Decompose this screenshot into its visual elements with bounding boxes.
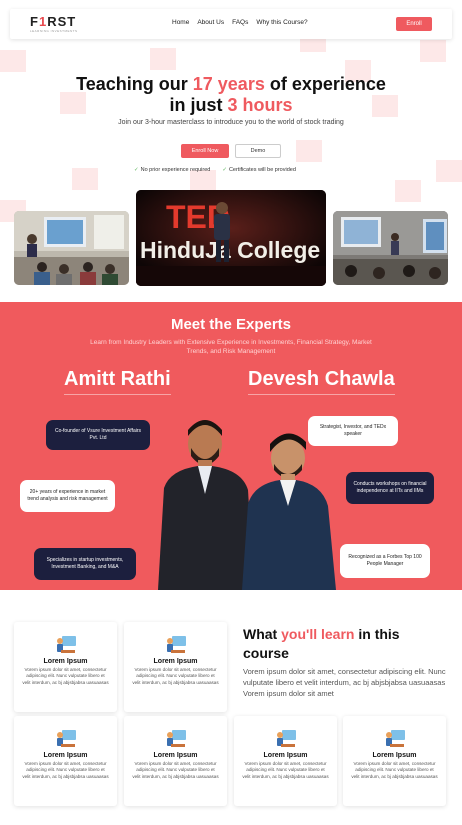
nav-link-home[interactable]: Home [172,19,189,26]
expert-name-1: Amitt Rathi [64,368,171,395]
lecture-photo-right [333,211,448,285]
stage-sign-bottom: HinduJa College [140,237,320,263]
card-title: Lorem Ipsum [153,752,198,759]
logo-letter: F [30,14,39,29]
card-title: Lorem Ipsum [43,752,88,759]
benefit-item: ✓ Certificates will be provided [222,167,296,173]
card-description: Vorem ipsum dolor sit amet, consectetur … [351,761,438,779]
expert-fact-bubble-1: Co-founder of Vsure Investment Affairs P… [46,420,150,450]
expert-fact-bubble-2: 20+ years of experience in market trend … [20,480,115,512]
expert-fact-bubble-3: Specializes in startup investments, Inve… [34,548,136,580]
hero-title-part: of experience [264,74,386,94]
benefit-label: Certificates will be provided [228,167,296,173]
card-title: Lorem Ipsum [43,658,88,665]
card-title: Lorem Ipsum [153,658,198,665]
expert-fact-bubble-6: Recognized as a Forbes Top 100 People Ma… [340,544,430,578]
card-title: Lorem Ipsum [263,752,308,759]
nav-link-why-course[interactable]: Why this Course? [256,19,307,26]
card-description: Vorem ipsum dolor sit amet, consectetur … [242,761,329,779]
logo-letters: RST [47,14,77,29]
nav-menu: Home About Us FAQs Why this Course? [172,19,308,26]
benefit-item: ✓ No prior experience required [134,167,210,173]
card-title: Lorem Ipsum [372,752,417,759]
course-card: Lorem Ipsum Vorem ipsum dolor sit amet, … [343,716,446,806]
nav-link-about[interactable]: About Us [197,19,224,26]
teacher-at-board-icon [56,636,76,653]
check-icon: ✓ [134,167,139,173]
top-navbar: F1RST LEARNING INVESTMENTS Home About Us… [10,9,452,39]
learn-section: What you'll learn in this course Vorem i… [0,590,462,825]
learn-title-highlight: you'll learn [281,626,355,642]
hero-title-part: in just [169,95,228,115]
classroom-photo-left [14,211,129,285]
course-card: Lorem Ipsum Vorem ipsum dolor sit amet, … [14,716,117,806]
teacher-at-board-icon [276,730,296,747]
nav-link-faqs[interactable]: FAQs [232,19,248,26]
learn-title: What you'll learn in this course [243,625,443,663]
card-description: Vorem ipsum dolor sit amet, consectetur … [22,761,109,779]
card-description: Vorem ipsum dolor sit amet, consectetur … [22,667,109,685]
learn-title-part: What [243,626,282,642]
experts-subtitle: Learn from Industry Leaders with Extensi… [90,339,372,355]
teacher-at-board-icon [166,636,186,653]
course-card: Lorem Ipsum Vorem ipsum dolor sit amet, … [234,716,337,806]
course-card: Lorem Ipsum Vorem ipsum dolor sit amet, … [124,716,227,806]
course-card: Lorem Ipsum Vorem ipsum dolor sit amet, … [124,622,227,712]
learn-description: Vorem ipsum dolor sit amet, consectetur … [243,667,446,698]
course-card: Lorem Ipsum Vorem ipsum dolor sit amet, … [14,622,117,712]
hero-title-part: Teaching our [76,74,193,94]
enroll-now-button[interactable]: Enroll Now [181,144,229,158]
nav-enroll-button[interactable]: Enroll [396,17,432,31]
teacher-at-board-icon [385,730,405,747]
hero-title-highlight: 3 hours [227,95,293,115]
benefit-label: No prior experience required [140,167,211,173]
experts-section: Meet the Experts Learn from Industry Lea… [0,302,462,590]
logo-tagline: LEARNING INVESTMENTS [30,29,78,33]
hero-benefits: ✓ No prior experience required ✓ Certifica… [134,167,296,173]
hero-buttons: Enroll Now Demo [181,144,281,158]
teacher-at-board-icon [166,730,186,747]
tedx-stage-photo: TED HinduJa College [136,190,326,286]
landing-page: F1RST LEARNING INVESTMENTS Home About Us… [0,0,462,825]
teacher-at-board-icon [56,730,76,747]
expert-fact-bubble-5: Conducts workshops on financial independ… [346,472,434,504]
hero-subtitle: Join our 3-hour masterclass to introduce… [118,119,344,126]
hero-title-highlight: 17 years [192,74,265,94]
experts-title: Meet the Experts [170,316,292,333]
hero-section: F1RST LEARNING INVESTMENTS Home About Us… [0,0,462,300]
demo-button[interactable]: Demo [235,144,281,158]
expert-fact-bubble-4: Strategist, Investor, and TEDx speaker [308,416,398,446]
card-description: Vorem ipsum dolor sit amet, consectetur … [132,761,219,779]
check-icon: ✓ [222,167,227,173]
expert-name-2: Devesh Chawla [248,368,395,395]
card-description: Vorem ipsum dolor sit amet, consectetur … [132,667,219,685]
logo-number: 1 [38,14,48,29]
brand-logo[interactable]: F1RST LEARNING INVESTMENTS [30,15,78,33]
hero-title: Teaching our 17 years of experience in j… [0,74,462,116]
